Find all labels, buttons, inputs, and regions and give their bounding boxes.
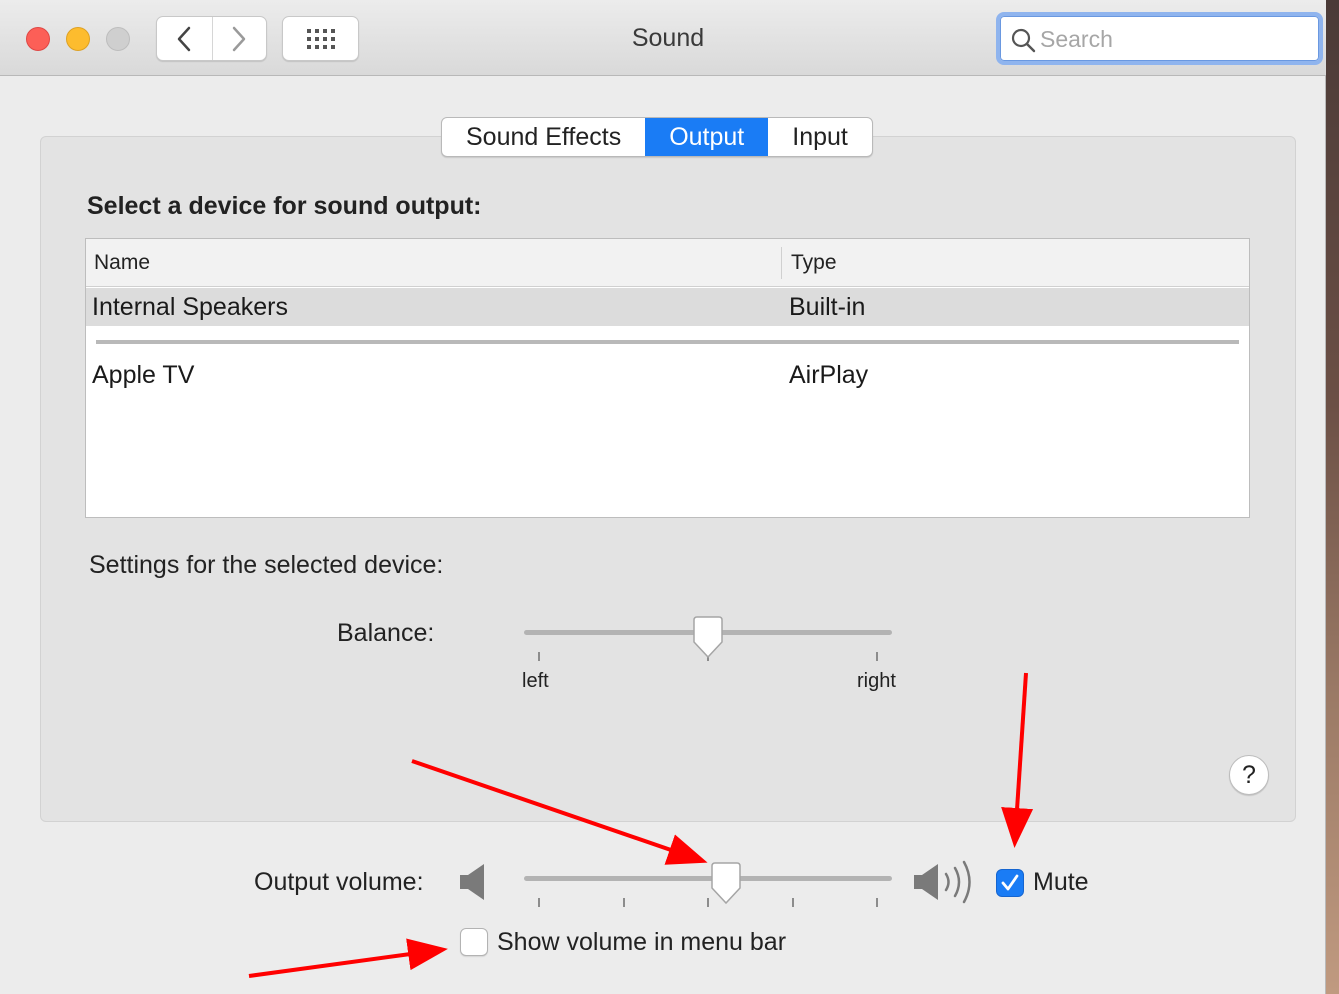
help-button[interactable]: ?	[1229, 755, 1269, 795]
volume-tick	[876, 898, 878, 907]
column-divider[interactable]	[781, 247, 782, 279]
table-header: Name Type	[86, 239, 1249, 287]
volume-slider-track[interactable]	[524, 876, 892, 881]
tab-input[interactable]: Input	[768, 118, 872, 156]
checkmark-icon	[1001, 874, 1019, 891]
output-volume-label: Output volume:	[254, 868, 424, 896]
settings-label: Settings for the selected device:	[89, 551, 444, 579]
sound-preferences-window: Sound Sound Effects Output Input Select …	[0, 0, 1326, 994]
speaker-low-icon	[460, 864, 484, 900]
table-divider	[96, 340, 1239, 344]
tab-sound-effects[interactable]: Sound Effects	[442, 118, 645, 156]
volume-tick	[792, 898, 794, 907]
device-type: AirPlay	[789, 361, 869, 389]
volume-slider-thumb[interactable]	[709, 862, 743, 906]
show-volume-in-menu-bar-label[interactable]: Show volume in menu bar	[497, 928, 786, 957]
volume-tick	[538, 898, 540, 907]
column-header-type[interactable]: Type	[791, 251, 837, 275]
volume-tick	[623, 898, 625, 907]
tab-bar: Sound Effects Output Input	[441, 117, 873, 157]
tab-output[interactable]: Output	[645, 118, 769, 156]
balance-slider-thumb[interactable]	[691, 616, 725, 660]
balance-right-label: right	[857, 670, 896, 692]
search-input[interactable]	[1040, 22, 1310, 56]
output-section-title: Select a device for sound output:	[87, 192, 482, 220]
balance-tick-right	[876, 652, 878, 661]
search-icon	[1011, 28, 1036, 53]
table-row[interactable]: Apple TV AirPlay	[86, 356, 1249, 394]
desktop-background	[1326, 0, 1339, 994]
device-type: Built-in	[789, 293, 866, 321]
output-device-table[interactable]: Name Type Internal Speakers Built-in App…	[85, 238, 1250, 518]
balance-left-label: left	[522, 670, 549, 692]
window-toolbar: Sound	[0, 0, 1326, 76]
mute-label[interactable]: Mute	[1033, 868, 1089, 897]
column-header-name[interactable]: Name	[94, 251, 150, 275]
device-name: Apple TV	[92, 361, 195, 389]
balance-label: Balance:	[337, 619, 435, 647]
mute-checkbox[interactable]	[996, 869, 1024, 897]
device-name: Internal Speakers	[92, 293, 288, 321]
balance-tick-left	[538, 652, 540, 661]
speaker-high-icon	[914, 860, 971, 904]
show-volume-in-menu-bar-checkbox[interactable]	[460, 928, 488, 956]
search-field[interactable]	[996, 12, 1323, 65]
table-row[interactable]: Internal Speakers Built-in	[86, 288, 1249, 326]
